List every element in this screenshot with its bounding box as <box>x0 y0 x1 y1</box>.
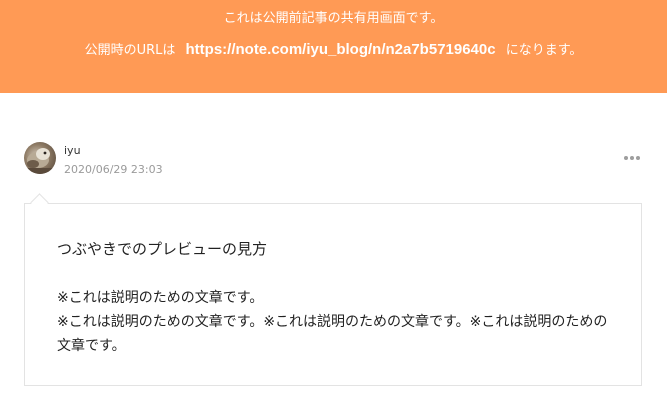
author-name[interactable]: iyu <box>64 144 81 158</box>
banner-url-prefix: 公開時のURLは <box>84 43 176 58</box>
post-title: つぶやきでのプレビューの見方 <box>57 240 268 258</box>
publish-url[interactable]: https://note.com/iyu_blog/n/n2a7b5719640… <box>186 41 496 58</box>
more-horizontal-icon <box>624 156 640 160</box>
post-body-line: ※これは説明のための文章です。※これは説明のための文章です。※これは説明のための… <box>57 314 608 354</box>
avatar-image <box>24 148 56 174</box>
banner-url-line: 公開時のURLは https://note.com/iyu_blog/n/n2a… <box>0 40 667 61</box>
banner-url-suffix: になります。 <box>505 43 583 58</box>
post-author: iyu 2020/06/29 23:03 <box>24 142 644 178</box>
post-body: ※これは説明のための文章です。 ※これは説明のための文章です。※これは説明のため… <box>57 286 617 358</box>
post-body-line: ※これは説明のための文章です。 <box>57 290 264 306</box>
preview-banner: これは公開前記事の共有用画面です。 公開時のURLは https://note.… <box>0 0 667 93</box>
avatar[interactable] <box>24 142 56 174</box>
banner-notice: これは公開前記事の共有用画面です。 <box>223 11 444 26</box>
more-options-button[interactable] <box>622 150 644 166</box>
post-date: 2020/06/29 23:03 <box>64 163 163 176</box>
